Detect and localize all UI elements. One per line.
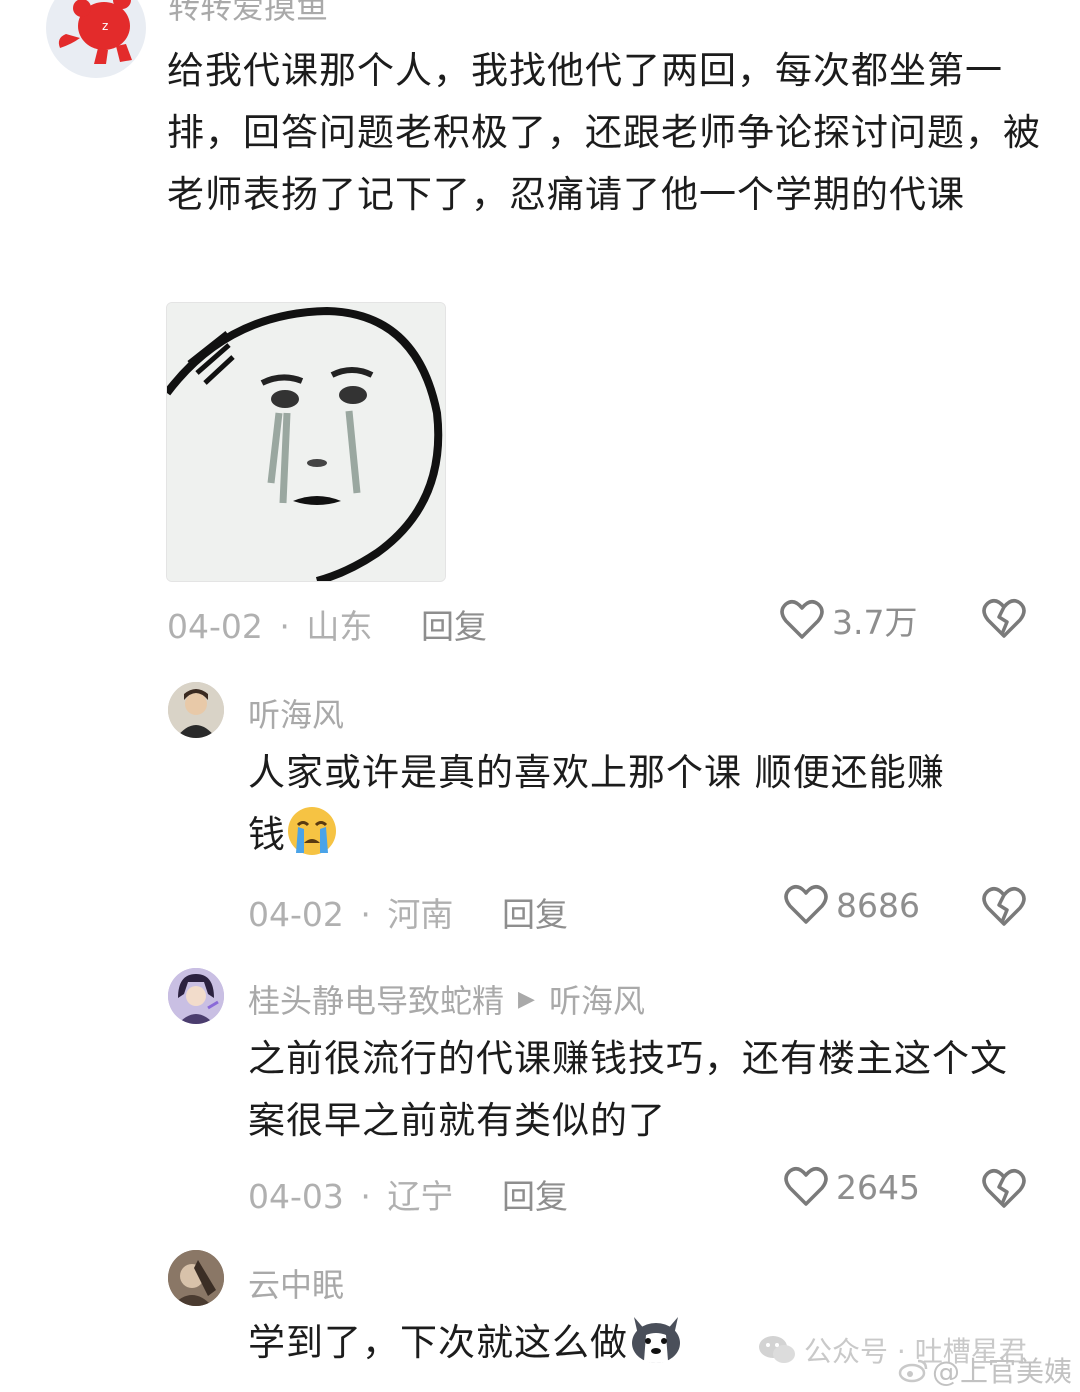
husky-face-icon bbox=[628, 1313, 684, 1384]
crying-face-icon bbox=[286, 805, 338, 876]
red-bear-avatar-icon: z bbox=[58, 0, 132, 64]
comment-text-line: 人家或许是真的喜欢上那个课 顺便还能赚 bbox=[248, 751, 945, 794]
like-count: 8686 bbox=[836, 885, 920, 925]
username[interactable]: 听海风 bbox=[248, 690, 344, 736]
comment-text-content: 学到了，下次就这么做 bbox=[248, 1321, 628, 1364]
broken-heart-icon bbox=[982, 887, 1026, 926]
username[interactable]: 桂头静电导致蛇精 bbox=[248, 976, 504, 1022]
comment-date: 04-02 bbox=[248, 895, 344, 934]
reply-button[interactable]: 回复 bbox=[502, 1170, 568, 1218]
separator: · bbox=[360, 895, 371, 934]
avatar[interactable] bbox=[168, 682, 224, 738]
crying-face-meme-icon bbox=[167, 303, 445, 581]
weibo-watermark: @上官美姨 bbox=[898, 1350, 1072, 1390]
svg-text:z: z bbox=[102, 19, 108, 33]
separator: · bbox=[360, 1177, 371, 1216]
wechat-icon bbox=[759, 1336, 795, 1363]
comment-text: 之前很流行的代课赚钱技巧，还有楼主这个文案很早之前就有类似的了 bbox=[248, 1037, 1008, 1142]
comment-text: 给我代课那个人，我找他代了两回，每次都坐第一排，回答问题老积极了，还跟老师争论探… bbox=[167, 49, 1041, 216]
anime-avatar-icon bbox=[168, 968, 224, 1024]
heart-icon bbox=[784, 885, 828, 924]
comment-date-location: 04-02 · 山东 bbox=[167, 600, 372, 648]
like-button[interactable]: 8686 bbox=[784, 884, 920, 926]
heart-icon bbox=[784, 1167, 828, 1206]
comment-date: 04-02 bbox=[167, 607, 263, 646]
like-button[interactable]: 2645 bbox=[784, 1166, 920, 1208]
comment-text: 人家或许是真的喜欢上那个课 顺便还能赚 钱 bbox=[248, 742, 1048, 876]
username-line: 桂头静电导致蛇精 ▶ 听海风 bbox=[248, 976, 645, 1022]
reply-button[interactable]: 回复 bbox=[502, 888, 568, 936]
reply-arrow-icon: ▶ bbox=[518, 986, 535, 1012]
broken-heart-icon bbox=[982, 599, 1026, 638]
comment-location: 山东 bbox=[306, 607, 373, 646]
reply-to-username[interactable]: 听海风 bbox=[549, 976, 645, 1022]
meme-image[interactable] bbox=[166, 302, 446, 582]
avatar[interactable] bbox=[168, 968, 224, 1024]
like-count: 2645 bbox=[836, 1167, 920, 1207]
comment-date: 04-03 bbox=[248, 1177, 344, 1216]
comment-text-line: 钱 bbox=[248, 804, 1048, 876]
username[interactable]: 转转爱摸鱼 bbox=[168, 0, 328, 28]
like-count: 3.7万 bbox=[832, 603, 918, 642]
avatar[interactable]: z bbox=[46, 0, 146, 78]
like-button[interactable]: 3.7万 bbox=[780, 596, 917, 644]
separator: · bbox=[279, 607, 290, 646]
comment-text-line-end: 钱 bbox=[248, 813, 286, 856]
dislike-button[interactable] bbox=[982, 1168, 1026, 1214]
comment-date-location: 04-02 · 河南 bbox=[248, 888, 453, 936]
reply-button[interactable]: 回复 bbox=[421, 600, 487, 648]
comment-text: 学到了，下次就这么做 bbox=[248, 1312, 768, 1384]
person-avatar-icon bbox=[168, 682, 224, 738]
dislike-button[interactable] bbox=[982, 598, 1026, 644]
avatar[interactable] bbox=[168, 1250, 224, 1306]
weibo-watermark-text: @上官美姨 bbox=[932, 1355, 1073, 1388]
photo-avatar-icon bbox=[168, 1250, 224, 1306]
comment-location: 辽宁 bbox=[387, 1177, 454, 1216]
comment-date-location: 04-03 · 辽宁 bbox=[248, 1170, 453, 1218]
weibo-icon bbox=[898, 1359, 928, 1383]
broken-heart-icon bbox=[982, 1169, 1026, 1208]
username[interactable]: 云中眠 bbox=[248, 1260, 344, 1306]
heart-icon bbox=[780, 600, 824, 639]
comment-location: 河南 bbox=[387, 895, 454, 934]
dislike-button[interactable] bbox=[982, 886, 1026, 932]
